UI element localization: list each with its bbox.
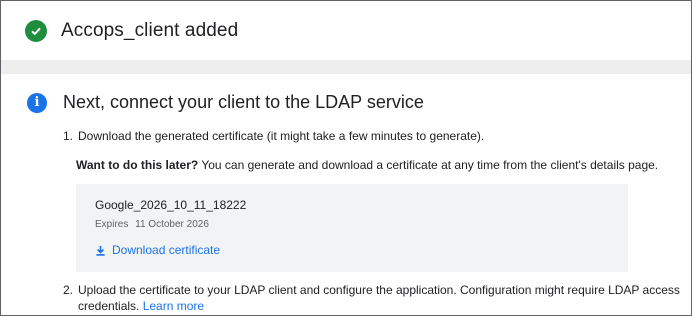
step-2-number: 2. <box>63 283 74 297</box>
success-title: Accops_client added <box>61 19 239 41</box>
learn-more-link[interactable]: Learn more <box>143 299 204 313</box>
later-text: You can generate and download a certific… <box>198 158 659 172</box>
download-certificate-label: Download certificate <box>112 243 221 257</box>
later-bold: Want to do this later? <box>76 158 199 172</box>
success-banner: Accops_client added <box>1 1 691 60</box>
check-circle-icon <box>25 19 47 42</box>
certificate-box: Google_2026_10_11_18222 Expires 11 Octob… <box>76 184 628 272</box>
download-certificate-button[interactable]: Download certificate <box>95 242 628 258</box>
certificate-expiry: Expires 11 October 2026 <box>95 217 628 233</box>
step-2: 2. Upload the certificate to your LDAP c… <box>63 282 691 314</box>
info-header: i Next, connect your client to the LDAP … <box>25 92 691 113</box>
expires-label: Expires <box>95 219 129 230</box>
connect-instructions-card: i Next, connect your client to the LDAP … <box>1 74 691 314</box>
steps-list: 1. Download the generated certificate (i… <box>63 128 691 314</box>
later-note: Want to do this later? You can generate … <box>76 157 691 173</box>
step-1: 1. Download the generated certificate (i… <box>63 128 691 144</box>
step-1-number: 1. <box>63 129 74 143</box>
certificate-name: Google_2026_10_11_18222 <box>95 198 247 212</box>
step-2-content: Upload the certificate to your LDAP clie… <box>78 282 691 314</box>
section-divider <box>1 60 691 74</box>
page: Accops_client added i Next, connect your… <box>0 0 692 316</box>
download-icon <box>96 245 105 256</box>
step-1-text: Download the generated certificate (it m… <box>78 129 485 143</box>
info-title: Next, connect your client to the LDAP se… <box>63 92 424 112</box>
info-icon: i <box>27 92 47 113</box>
expires-date: 11 October 2026 <box>135 219 209 230</box>
